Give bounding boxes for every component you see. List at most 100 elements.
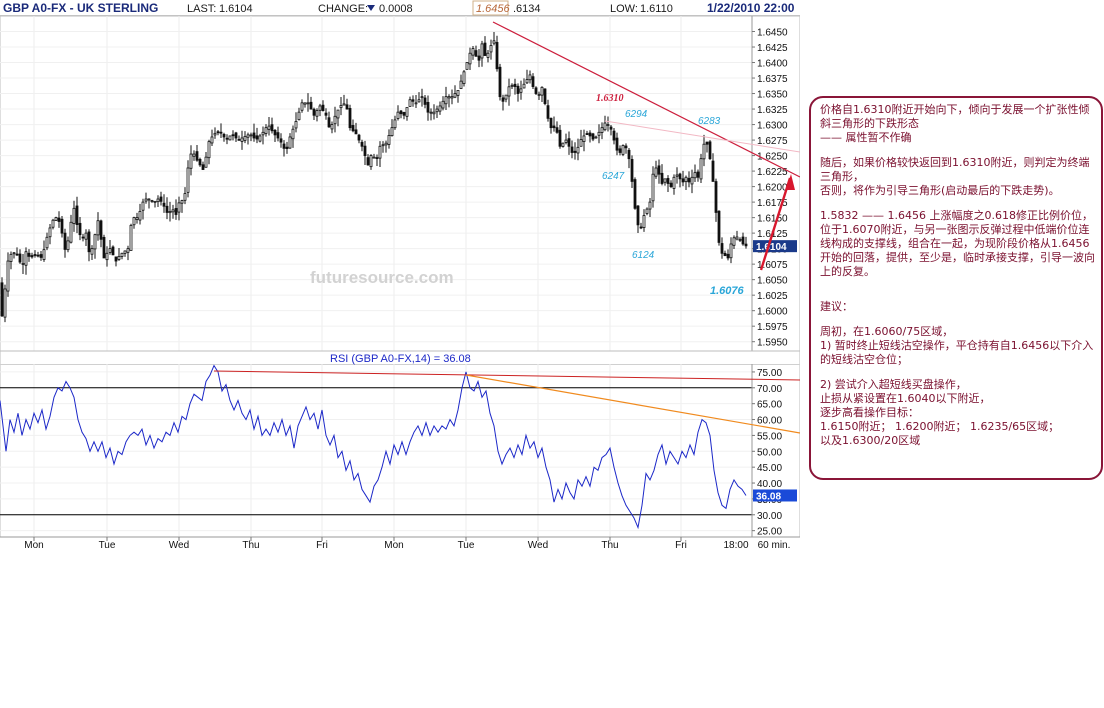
rsi-axis-label: 55.00: [757, 431, 782, 442]
candle-body: [471, 48, 475, 56]
candle-body: [165, 205, 169, 213]
candle-body: [414, 102, 418, 105]
time-axis-label: Tue: [99, 540, 116, 551]
price-axis-label: 1.6000: [757, 307, 788, 318]
candle-body: [342, 103, 346, 106]
candle-body: [324, 112, 328, 116]
candle-body: [150, 200, 154, 202]
candle-body: [399, 110, 403, 115]
candle-body: [303, 102, 307, 105]
candle-body: [195, 151, 199, 161]
rsi-badge: 36.08: [756, 491, 781, 502]
candle-body: [408, 99, 412, 107]
candle-body: [81, 236, 85, 239]
candle-body: [366, 157, 370, 166]
candle-body: [507, 86, 511, 97]
candle-body: [186, 167, 190, 193]
low-label: LOW:: [610, 3, 638, 15]
candle-body: [267, 125, 271, 130]
candle-body: [141, 201, 145, 211]
candle-body: [633, 179, 637, 209]
candle-body: [438, 105, 442, 112]
candle-body: [243, 136, 247, 141]
candle-body: [546, 105, 550, 119]
candle-body: [618, 148, 622, 153]
candle-body: [51, 219, 55, 228]
candle-body: [711, 160, 715, 182]
candle-body: [384, 142, 388, 146]
candle-body: [567, 138, 571, 147]
candle-body: [690, 176, 694, 185]
low-value: 1.6110: [640, 3, 673, 15]
candle-body: [279, 138, 283, 143]
note-p6: 建议：: [820, 300, 853, 313]
candle-body: [540, 86, 544, 96]
candle-body: [525, 79, 529, 84]
time-axis-label: Wed: [169, 540, 189, 551]
price-axis-label: 1.6200: [757, 183, 788, 194]
candle-body: [219, 131, 223, 134]
candle-body: [612, 130, 616, 141]
candle-body: [702, 143, 706, 160]
note-p9: 2) 尝试介入超短线买盘操作，: [820, 378, 967, 391]
candle-body: [531, 76, 535, 87]
candle-body: [87, 231, 91, 253]
candle-body: [648, 201, 652, 210]
candle-body: [177, 202, 181, 213]
rsi-axis-label: 30.00: [757, 511, 782, 522]
time-axis-label: 60 min.: [758, 540, 791, 551]
time-axis-label: Fri: [675, 540, 687, 551]
price-axis-label: 1.6050: [757, 276, 788, 287]
note-p8: 1) 暂时终止短线沽空操作，平仓持有自1.6456以下介入的短线沽空仓位；: [820, 339, 1094, 366]
candle-body: [48, 227, 52, 238]
candle-body: [198, 158, 202, 166]
candle-body: [99, 220, 103, 240]
candle-body: [510, 84, 514, 87]
candle-body: [201, 164, 205, 170]
candle-body: [576, 146, 580, 154]
candle-body: [225, 137, 229, 140]
change-value: 0.0008: [379, 3, 413, 15]
candle-body: [534, 87, 538, 94]
candle-body: [15, 253, 19, 256]
candle-body: [291, 128, 295, 140]
candle-body: [75, 205, 79, 225]
candle-body: [555, 127, 559, 133]
candle-body: [258, 135, 262, 142]
candle-body: [723, 252, 727, 257]
time-axis-label: 18:00: [723, 540, 748, 551]
candle-body: [348, 108, 352, 129]
note-p2: —— 属性暂不作确: [820, 131, 912, 144]
candle-body: [627, 149, 631, 160]
candle-body: [360, 141, 364, 147]
candle-body: [651, 173, 655, 202]
candle-body: [678, 173, 682, 180]
time-axis: Mon Tue Wed Thu Fri Mon Tue Wed Thu Fri 18:00 60 mi…: [0, 536, 800, 551]
candle-body: [735, 236, 739, 240]
candle-body: [288, 136, 292, 149]
candle-body: [663, 178, 667, 183]
candle-body: [159, 196, 163, 202]
candle-body: [639, 226, 643, 229]
candle-body: [432, 111, 436, 115]
candle-body: [609, 126, 613, 130]
candle-body: [282, 143, 286, 149]
candle-body: [495, 42, 499, 70]
candle-body: [522, 83, 526, 89]
annot-6076: 1.6076: [710, 285, 745, 297]
candle-body: [372, 156, 376, 159]
candle-body: [687, 177, 691, 183]
price-axis-label: 1.6300: [757, 121, 788, 132]
candle-body: [624, 145, 628, 149]
note-p5: 1.5832 —— 1.6456 上涨幅度之0.618修正比例价位，位于1.60…: [820, 209, 1095, 278]
candle-body: [498, 66, 502, 98]
candle-body: [393, 119, 397, 129]
time-axis-label: Mon: [24, 540, 43, 551]
rsi-axis-label: 50.00: [757, 447, 782, 458]
candle-body: [252, 132, 256, 139]
candle-body: [504, 94, 508, 100]
price-axis-label: 1.6025: [757, 291, 788, 302]
candle-body: [57, 217, 61, 222]
chart-svg: GBP A0-FX - UK STERLING LAST: 1.6104 CHA…: [0, 0, 800, 551]
candle-body: [207, 141, 211, 159]
